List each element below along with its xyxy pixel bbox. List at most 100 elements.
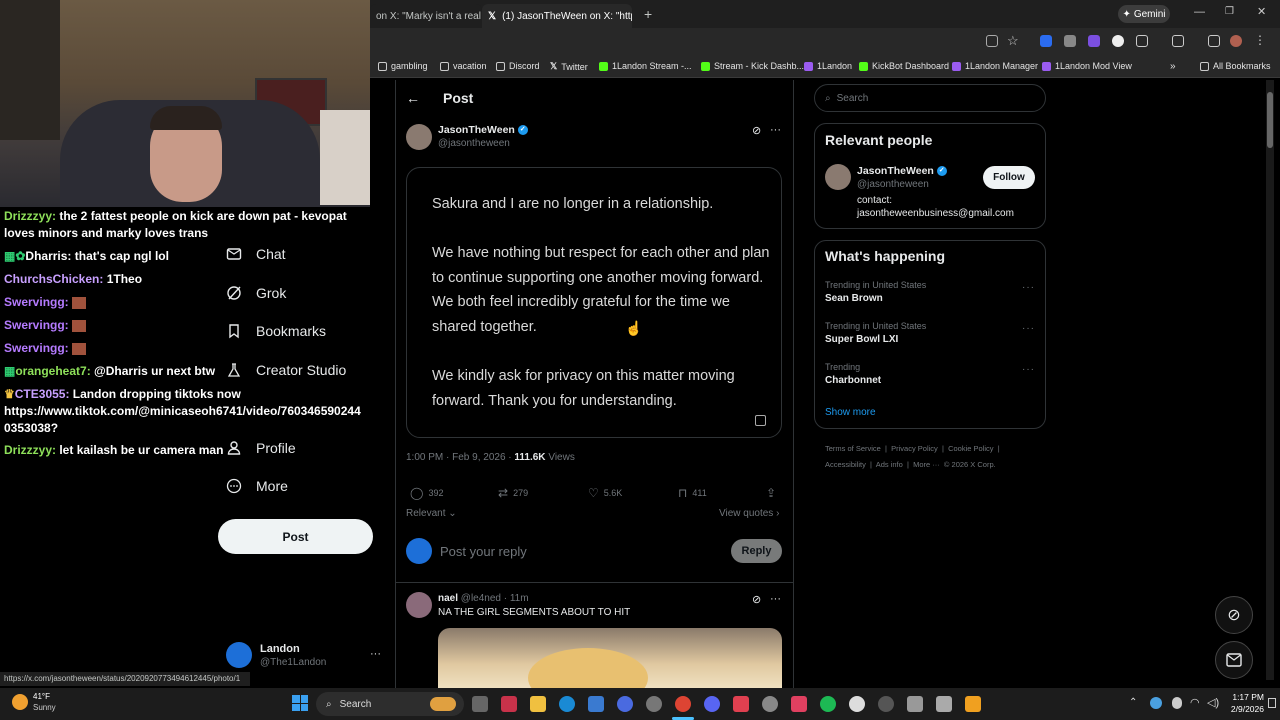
nav-profile[interactable]: Profile	[226, 440, 296, 456]
bookmark-item[interactable]: 1Landon	[804, 61, 852, 71]
nav-bookmarks[interactable]: Bookmarks	[226, 323, 326, 339]
reply-more-icon[interactable]: ···	[770, 593, 781, 605]
reply-media-image[interactable]	[438, 628, 782, 688]
task-view-icon[interactable]	[472, 696, 488, 712]
all-bookmarks[interactable]: All Bookmarks	[1200, 61, 1271, 71]
account-menu-icon[interactable]: ···	[370, 648, 381, 660]
browser-tab[interactable]: on X: "Marky isn't a real f ✕	[370, 4, 482, 28]
messages-float-button[interactable]	[1215, 641, 1253, 679]
browser-tab-active[interactable]: 𝕏 (1) JasonTheWeen on X: "https: ✕	[482, 4, 632, 28]
tray-icon[interactable]	[1150, 697, 1162, 709]
window-close-icon[interactable]: ✕	[1257, 5, 1266, 18]
wifi-icon[interactable]: ◠	[1190, 696, 1200, 709]
settings-icon[interactable]	[646, 696, 662, 712]
tweet-timestamp[interactable]: 1:00 PM · Feb 9, 2026 · 111.6K Views	[406, 452, 575, 463]
clock-date[interactable]: 2/9/2026	[1228, 704, 1264, 714]
microphone-icon[interactable]	[1172, 697, 1182, 709]
bookmark-item[interactable]: Stream - Kick Dashb...	[701, 61, 804, 71]
search-box[interactable]: ⌕ Search	[814, 84, 1046, 112]
author-name-row[interactable]: JasonTheWeen ✓	[438, 124, 528, 136]
minimize-icon[interactable]: —	[1194, 6, 1205, 18]
bookmark-item[interactable]: 𝕏 Twitter	[550, 61, 588, 72]
app-icon[interactable]	[733, 696, 749, 712]
show-more-link[interactable]: Show more	[825, 407, 876, 418]
new-tab-icon[interactable]: +	[644, 6, 652, 22]
account-avatar[interactable]	[226, 642, 252, 668]
nav-grok[interactable]: Grok	[226, 285, 286, 301]
reply-action[interactable]: ◯ 392	[410, 486, 443, 500]
gemini-button[interactable]: ✦ Gemini	[1118, 5, 1170, 23]
tweet-more-icon[interactable]: ···	[770, 124, 781, 136]
trend-item[interactable]: Trending Charbonnet	[825, 362, 881, 386]
obs-icon[interactable]	[849, 696, 865, 712]
chrome-icon[interactable]	[675, 696, 691, 712]
expand-image-icon[interactable]	[755, 415, 766, 426]
app-icon[interactable]	[907, 696, 923, 712]
bookmark-item[interactable]: Discord	[496, 61, 540, 71]
grok-float-button[interactable]: ⊘	[1215, 596, 1253, 634]
extension-icon[interactable]	[1040, 35, 1052, 47]
bookmark-item[interactable]: 1Landon Stream -...	[599, 61, 692, 71]
menu-icon[interactable]: ⋮	[1254, 33, 1266, 47]
reply-button[interactable]: Reply	[731, 539, 782, 563]
clock-time[interactable]: 1:17 PM	[1232, 692, 1264, 702]
trend-item[interactable]: Trending in United States Super Bowl LXI	[825, 321, 926, 345]
app-icon[interactable]	[501, 696, 517, 712]
repost-action[interactable]: ⇄ 279	[498, 486, 528, 500]
view-quotes-link[interactable]: View quotes ›	[719, 508, 779, 519]
notifications-icon[interactable]	[1268, 698, 1276, 708]
nav-creator-studio[interactable]: Creator Studio	[226, 362, 346, 378]
side-panel-icon[interactable]	[1172, 35, 1184, 47]
share-action[interactable]: ⇪	[766, 486, 776, 500]
nav-chat[interactable]: Chat	[226, 246, 286, 262]
reply-author-avatar[interactable]	[406, 592, 432, 618]
scrollbar-thumb[interactable]	[1267, 92, 1273, 148]
extension-icon[interactable]	[1064, 35, 1076, 47]
app-icon[interactable]	[791, 696, 807, 712]
footer-links[interactable]: Accessibility | Ads info | More ··· © 20…	[825, 460, 996, 469]
reply-author-row[interactable]: nael @le4ned · 11m	[438, 593, 529, 604]
bookmark-item[interactable]: 1Landon Mod View	[1042, 61, 1132, 71]
app-icon[interactable]	[878, 696, 894, 712]
grok-icon[interactable]: ⊘	[752, 124, 761, 137]
app-icon[interactable]	[936, 696, 952, 712]
store-icon[interactable]	[588, 696, 604, 712]
reply-input[interactable]: Post your reply	[440, 544, 527, 559]
file-explorer-icon[interactable]	[530, 696, 546, 712]
like-action[interactable]: ♡ 5.6K	[588, 486, 622, 500]
volume-icon[interactable]: ◁)	[1207, 696, 1219, 709]
maximize-icon[interactable]: ❐	[1225, 6, 1234, 17]
trend-item[interactable]: Trending in United States Sean Brown	[825, 280, 926, 304]
app-icon[interactable]	[617, 696, 633, 712]
windows-start-icon[interactable]	[292, 695, 308, 711]
trend-more-icon[interactable]: ···	[1022, 364, 1035, 375]
downloads-icon[interactable]	[1208, 35, 1220, 47]
scrollbar-track[interactable]	[1266, 80, 1274, 680]
bookmark-item[interactable]: KickBot Dashboard	[859, 61, 949, 71]
tray-chevron-icon[interactable]: ⌃	[1129, 697, 1137, 708]
profile-avatar-icon[interactable]	[1230, 35, 1242, 47]
bookmark-item[interactable]: gambling	[378, 61, 428, 71]
extension-icon[interactable]	[1112, 35, 1124, 47]
install-icon[interactable]	[986, 35, 998, 47]
reply-sort-dropdown[interactable]: Relevant ⌄	[406, 508, 457, 519]
spotify-icon[interactable]	[820, 696, 836, 712]
follow-button[interactable]: Follow	[983, 166, 1035, 189]
footer-links[interactable]: Terms of Service | Privacy Policy | Cook…	[825, 444, 1000, 453]
bookmark-item[interactable]: vacation	[440, 61, 487, 71]
trend-more-icon[interactable]: ···	[1022, 323, 1035, 334]
app-icon[interactable]	[965, 696, 981, 712]
relevant-name-row[interactable]: JasonTheWeen ✓	[857, 165, 947, 177]
chevron-right-icon[interactable]: »	[1170, 61, 1176, 72]
weather-temp[interactable]: 41°F	[33, 692, 50, 701]
nav-more[interactable]: More	[226, 478, 288, 494]
bookmark-item[interactable]: 1Landon Manager	[952, 61, 1038, 71]
trend-more-icon[interactable]: ···	[1022, 282, 1035, 293]
bookmark-action[interactable]: ⊓ 411	[678, 486, 707, 500]
grok-icon[interactable]: ⊘	[752, 593, 761, 606]
edge-icon[interactable]	[559, 696, 575, 712]
extension-icon[interactable]	[1088, 35, 1100, 47]
extensions-puzzle-icon[interactable]	[1136, 35, 1148, 47]
star-icon[interactable]: ☆	[1007, 33, 1019, 49]
nav-post-button[interactable]: Post	[218, 519, 373, 554]
